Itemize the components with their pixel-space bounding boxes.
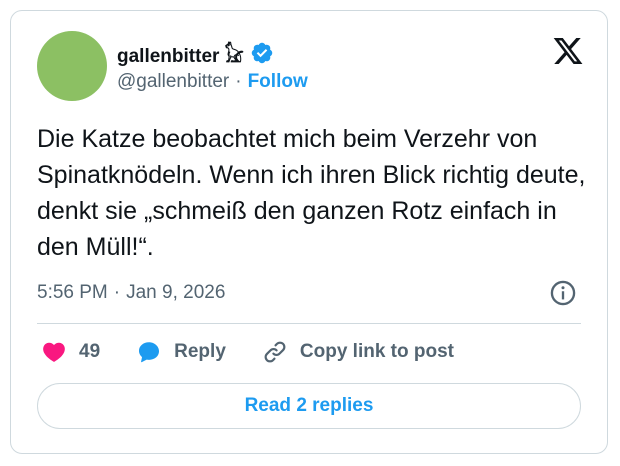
tweet-text: Die Katze beobachtet mich beim Verzehr v… bbox=[37, 125, 586, 261]
info-icon[interactable] bbox=[549, 279, 577, 307]
x-logo-icon[interactable] bbox=[551, 35, 585, 67]
author-handle[interactable]: @gallenbitter bbox=[117, 71, 229, 93]
tweet-card: gallenbitter 𓃠 @gallenbitter · Follow Di… bbox=[10, 10, 608, 454]
avatar[interactable] bbox=[37, 31, 107, 101]
author-handle-row: @gallenbitter · Follow bbox=[117, 71, 308, 93]
handle-separator: · bbox=[235, 71, 242, 92]
read-replies-button[interactable]: Read 2 replies bbox=[37, 383, 581, 429]
heart-icon bbox=[43, 342, 65, 362]
divider bbox=[37, 323, 581, 324]
verified-badge-icon bbox=[250, 41, 274, 65]
reply-bubble-icon bbox=[139, 342, 160, 363]
copy-link-button[interactable]: Copy link to post bbox=[262, 339, 454, 365]
reply-button[interactable]: Reply bbox=[136, 339, 226, 365]
timestamp-separator: · bbox=[113, 282, 121, 303]
reply-label: Reply bbox=[174, 341, 226, 362]
follow-button[interactable]: Follow bbox=[248, 71, 308, 93]
actions-row: 49 Reply Copy link to post bbox=[41, 336, 490, 368]
author-display-name[interactable]: gallenbitter 𓃠 bbox=[117, 38, 244, 69]
like-button[interactable]: 49 bbox=[41, 339, 100, 365]
link-icon bbox=[264, 341, 286, 363]
like-count: 49 bbox=[79, 341, 101, 362]
tweet-timestamp[interactable]: 5:56 PM · Jan 9, 2026 bbox=[37, 279, 225, 307]
tweet-time: 5:56 PM bbox=[37, 282, 108, 303]
author-name-row: gallenbitter 𓃠 bbox=[117, 39, 274, 67]
tweet-date: Jan 9, 2026 bbox=[126, 282, 226, 303]
copy-link-label: Copy link to post bbox=[299, 341, 454, 362]
